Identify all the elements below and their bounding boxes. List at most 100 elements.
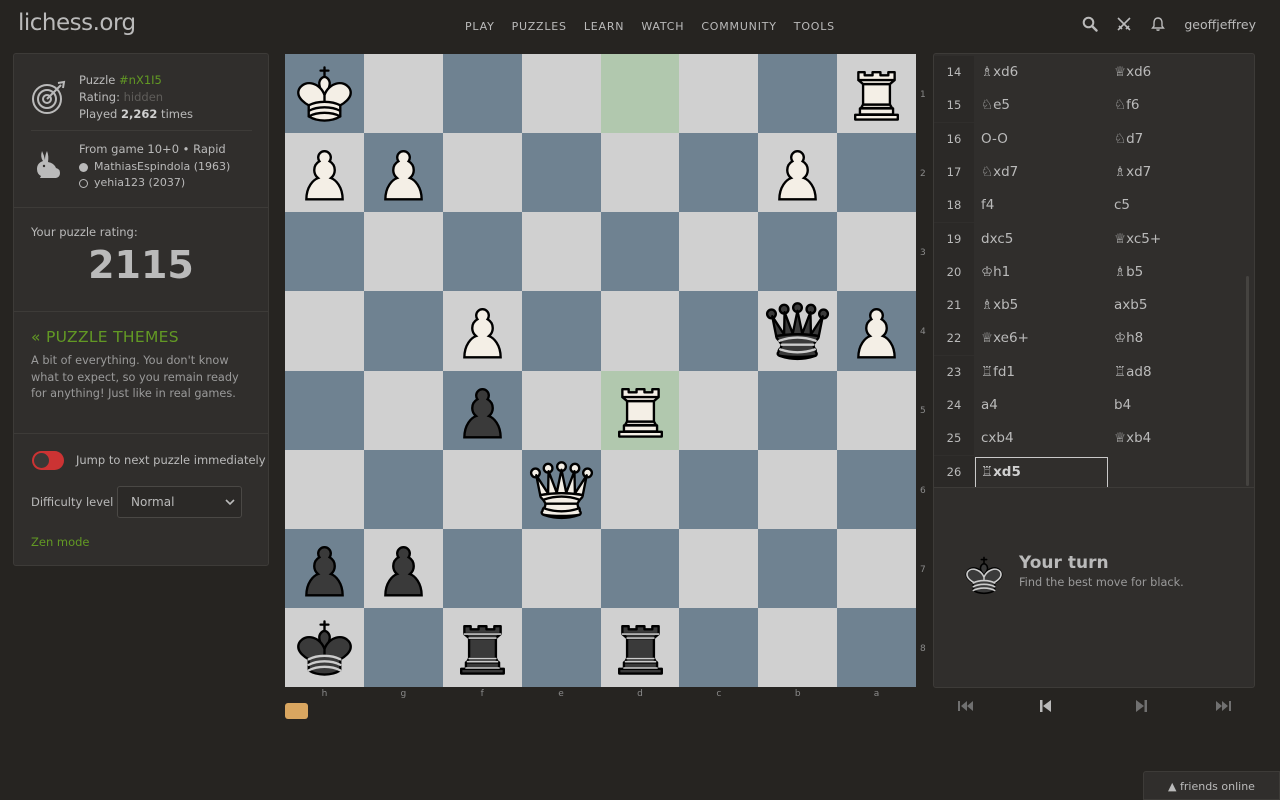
square-c6[interactable] <box>679 450 758 529</box>
square-f4[interactable] <box>443 291 522 370</box>
next-move-icon[interactable] <box>1130 697 1152 715</box>
black-pawn-icon[interactable] <box>368 533 439 604</box>
square-f6[interactable] <box>443 450 522 529</box>
square-f8[interactable] <box>443 608 522 687</box>
white-king-icon[interactable] <box>289 58 360 129</box>
white-move[interactable]: a4 <box>981 389 998 422</box>
square-a1[interactable] <box>837 54 916 133</box>
first-move-icon[interactable] <box>955 697 977 715</box>
square-e8[interactable] <box>522 608 601 687</box>
square-d6[interactable] <box>601 450 680 529</box>
white-move[interactable]: cxb4 <box>981 422 1014 455</box>
black-move[interactable]: ♗b5 <box>1114 256 1143 289</box>
zen-mode-link[interactable]: Zen mode <box>31 535 90 549</box>
square-d7[interactable] <box>601 529 680 608</box>
nav-learn[interactable]: LEARN <box>584 20 624 33</box>
square-c1[interactable] <box>679 54 758 133</box>
square-d1[interactable] <box>601 54 680 133</box>
prev-move-icon[interactable] <box>1035 697 1057 715</box>
black-rook-icon[interactable] <box>605 612 676 683</box>
square-a8[interactable] <box>837 608 916 687</box>
white-move[interactable]: O-O <box>981 123 1008 156</box>
square-c3[interactable] <box>679 212 758 291</box>
white-move[interactable]: ♘e5 <box>981 89 1010 122</box>
black-move[interactable]: ♖ad8 <box>1114 356 1152 389</box>
white-pawn-icon[interactable] <box>447 295 518 366</box>
square-h8[interactable] <box>285 608 364 687</box>
square-a2[interactable] <box>837 133 916 212</box>
white-move[interactable]: f4 <box>981 189 994 222</box>
difficulty-select[interactable]: Normal <box>117 486 242 518</box>
square-g8[interactable] <box>364 608 443 687</box>
jump-next-toggle[interactable] <box>32 451 64 470</box>
nav-play[interactable]: PLAY <box>465 20 495 33</box>
black-pawn-icon[interactable] <box>289 533 360 604</box>
square-e1[interactable] <box>522 54 601 133</box>
site-logo[interactable]: lichess.org <box>18 10 136 36</box>
square-b4[interactable] <box>758 291 837 370</box>
white-queen-icon[interactable] <box>526 454 597 525</box>
nav-community[interactable]: COMMUNITY <box>701 20 776 33</box>
square-g7[interactable] <box>364 529 443 608</box>
square-c2[interactable] <box>679 133 758 212</box>
square-e4[interactable] <box>522 291 601 370</box>
square-e7[interactable] <box>522 529 601 608</box>
white-player[interactable]: MathiasEspindola (1963) <box>79 159 230 175</box>
square-a3[interactable] <box>837 212 916 291</box>
square-e6[interactable] <box>522 450 601 529</box>
square-e5[interactable] <box>522 371 601 450</box>
nav-watch[interactable]: WATCH <box>641 20 684 33</box>
square-f5[interactable] <box>443 371 522 450</box>
square-a6[interactable] <box>837 450 916 529</box>
white-pawn-icon[interactable] <box>841 295 912 366</box>
square-h7[interactable] <box>285 529 364 608</box>
move-list-scrollbar[interactable] <box>1246 276 1249 486</box>
white-rook-icon[interactable] <box>841 58 912 129</box>
search-icon[interactable] <box>1082 16 1098 32</box>
square-c4[interactable] <box>679 291 758 370</box>
square-a4[interactable] <box>837 291 916 370</box>
square-h1[interactable] <box>285 54 364 133</box>
black-queen-icon[interactable] <box>762 295 833 366</box>
challenge-swords-icon[interactable] <box>1116 16 1132 32</box>
square-h6[interactable] <box>285 450 364 529</box>
black-move[interactable]: ♔h8 <box>1114 322 1143 355</box>
square-b3[interactable] <box>758 212 837 291</box>
square-e2[interactable] <box>522 133 601 212</box>
square-c8[interactable] <box>679 608 758 687</box>
black-pawn-icon[interactable] <box>447 375 518 446</box>
bell-icon[interactable] <box>1150 16 1166 32</box>
last-move-icon[interactable] <box>1212 697 1234 715</box>
square-b6[interactable] <box>758 450 837 529</box>
square-b8[interactable] <box>758 608 837 687</box>
black-move[interactable]: ♘f6 <box>1114 89 1139 122</box>
square-d4[interactable] <box>601 291 680 370</box>
square-b5[interactable] <box>758 371 837 450</box>
square-h2[interactable] <box>285 133 364 212</box>
white-move[interactable]: ♗xb5 <box>981 289 1018 322</box>
nav-puzzles[interactable]: PUZZLES <box>512 20 567 33</box>
square-g2[interactable] <box>364 133 443 212</box>
white-pawn-icon[interactable] <box>762 137 833 208</box>
square-h3[interactable] <box>285 212 364 291</box>
white-move[interactable]: ♕xe6+ <box>981 322 1029 355</box>
square-g5[interactable] <box>364 371 443 450</box>
square-f2[interactable] <box>443 133 522 212</box>
black-move[interactable]: ♕xb4 <box>1114 422 1151 455</box>
black-king-icon[interactable] <box>289 612 360 683</box>
black-move[interactable]: b4 <box>1114 389 1131 422</box>
white-pawn-icon[interactable] <box>368 137 439 208</box>
white-move[interactable]: dxc5 <box>981 223 1013 256</box>
white-move[interactable]: ♔h1 <box>981 256 1010 289</box>
user-menu[interactable]: geoffjeffrey <box>1184 17 1256 32</box>
square-c5[interactable] <box>679 371 758 450</box>
black-rook-icon[interactable] <box>447 612 518 683</box>
square-h4[interactable] <box>285 291 364 370</box>
square-g1[interactable] <box>364 54 443 133</box>
square-g4[interactable] <box>364 291 443 370</box>
square-f3[interactable] <box>443 212 522 291</box>
black-move[interactable]: ♘d7 <box>1114 123 1143 156</box>
white-move[interactable]: ♖xd5 <box>981 456 1021 488</box>
square-h5[interactable] <box>285 371 364 450</box>
square-d3[interactable] <box>601 212 680 291</box>
